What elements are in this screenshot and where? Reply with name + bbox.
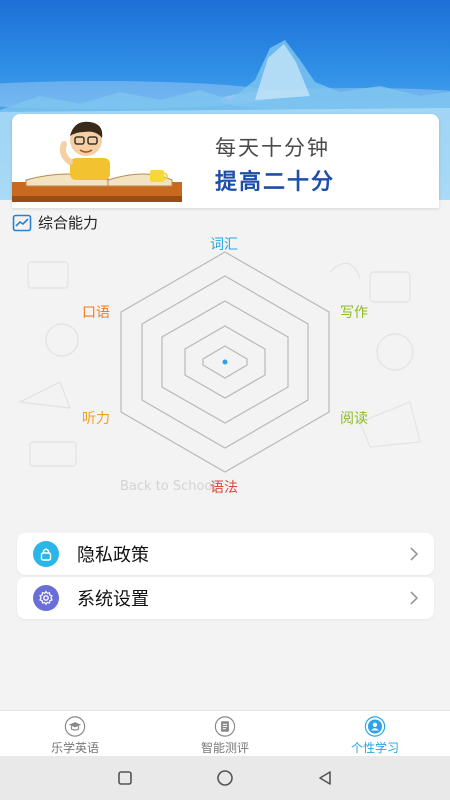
radar-label-grammar: 语法 <box>210 480 238 496</box>
banner-subheadline: 提高二十分 <box>215 170 336 195</box>
ability-radar-chart: Back to School 词汇 写作 阅读 语法 听力 口语 <box>0 232 450 500</box>
radar-label-vocabulary: 词汇 <box>210 237 238 253</box>
radar-label-listening: 听力 <box>82 411 110 427</box>
back-button[interactable] <box>315 768 335 788</box>
radar-center-point <box>222 359 228 365</box>
teacher-illustration <box>12 121 182 202</box>
tab-personalized-learning[interactable]: 个性学习 <box>300 711 450 756</box>
graduation-cap-icon <box>64 716 86 737</box>
section-header: 综合能力 <box>12 212 98 233</box>
lock-icon <box>33 541 59 567</box>
menu-item-privacy-policy[interactable]: 隐私政策 <box>17 533 434 575</box>
triangle-back-icon <box>319 771 331 785</box>
watermark-text: Back to School <box>120 479 216 494</box>
chevron-right-icon <box>410 547 419 561</box>
gear-icon <box>33 585 59 611</box>
radar-label-writing: 写作 <box>340 305 368 321</box>
menu-item-system-settings[interactable]: 系统设置 <box>17 577 434 619</box>
document-icon <box>214 716 236 737</box>
tab-label: 乐学英语 <box>50 741 99 755</box>
tab-label: 个性学习 <box>350 741 399 755</box>
circle-icon <box>217 770 233 786</box>
tab-smart-assessment[interactable]: 智能测评 <box>150 711 300 756</box>
radar-label-reading: 阅读 <box>340 411 368 427</box>
chart-trend-icon <box>12 214 32 231</box>
banner-headline: 每天十分钟 <box>215 136 330 160</box>
background-doodles <box>17 261 421 467</box>
user-icon <box>364 716 386 737</box>
home-button[interactable] <box>215 768 235 788</box>
system-navigation-bar <box>0 756 450 800</box>
menu-item-label: 系统设置 <box>77 589 149 610</box>
square-icon <box>118 771 132 785</box>
promo-banner[interactable]: 每天十分钟 提高二十分 <box>12 114 439 208</box>
chevron-right-icon <box>410 591 419 605</box>
section-title: 综合能力 <box>38 214 99 232</box>
tab-learn-english[interactable]: 乐学英语 <box>0 711 150 756</box>
radar-label-speaking: 口语 <box>82 305 110 321</box>
recents-button[interactable] <box>115 768 135 788</box>
radar-grid: Back to School <box>17 251 421 494</box>
tab-label: 智能测评 <box>200 741 249 755</box>
menu-item-label: 隐私政策 <box>77 545 149 566</box>
bottom-tab-bar: 乐学英语 智能测评 个性学习 <box>0 710 450 756</box>
